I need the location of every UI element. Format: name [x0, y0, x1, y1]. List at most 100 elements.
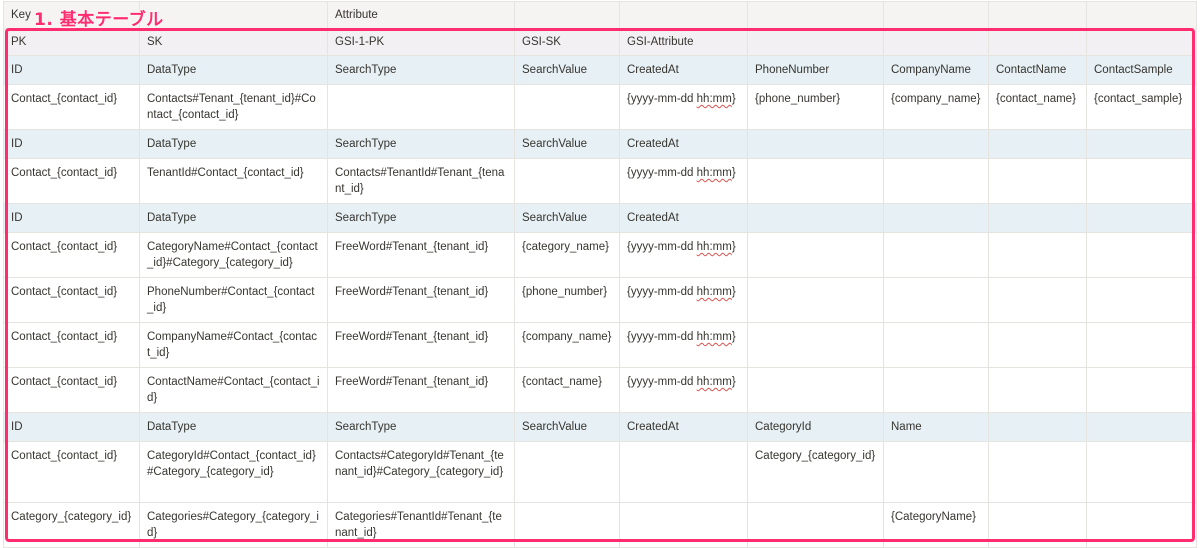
table-cell[interactable]: [139, 1, 328, 29]
table-cell[interactable]: FreeWord#Tenant_{tenant_id}: [327, 232, 515, 278]
table-cell[interactable]: [514, 1, 620, 29]
table-cell[interactable]: DataType: [139, 55, 328, 85]
table-cell[interactable]: Contact_{contact_id}: [3, 441, 140, 503]
table-cell[interactable]: PhoneNumber#Contact_{contact_id}: [139, 277, 328, 323]
table-cell[interactable]: SearchType: [327, 412, 515, 442]
table-cell[interactable]: [1086, 441, 1197, 503]
table-cell[interactable]: FreeWord#Tenant_{tenant_id}: [327, 322, 515, 368]
table-cell[interactable]: {contact_name}: [514, 367, 620, 413]
table-cell[interactable]: [1086, 502, 1197, 548]
table-cell[interactable]: CreatedAt: [619, 55, 748, 85]
table-cell[interactable]: SearchValue: [514, 412, 620, 442]
table-cell[interactable]: ID: [3, 203, 140, 233]
table-cell[interactable]: [747, 322, 884, 368]
table-cell[interactable]: [1086, 203, 1197, 233]
table-cell[interactable]: [514, 502, 620, 548]
table-cell[interactable]: [1086, 232, 1197, 278]
table-cell[interactable]: CreatedAt: [619, 129, 748, 159]
table-cell[interactable]: [747, 158, 884, 204]
table-cell[interactable]: [619, 1, 748, 29]
table-cell[interactable]: ContactSample: [1086, 55, 1197, 85]
table-cell[interactable]: [883, 28, 989, 56]
table-cell[interactable]: [747, 502, 884, 548]
table-cell[interactable]: [619, 441, 748, 503]
table-cell[interactable]: [747, 1, 884, 29]
table-cell[interactable]: Contact_{contact_id}: [3, 367, 140, 413]
table-cell[interactable]: Contact_{contact_id}: [3, 84, 140, 130]
table-cell[interactable]: Contact_{contact_id}: [3, 322, 140, 368]
table-cell[interactable]: TenantId#Contact_{contact_id}: [139, 158, 328, 204]
table-cell[interactable]: CreatedAt: [619, 412, 748, 442]
table-cell[interactable]: {company_name}: [514, 322, 620, 368]
table-cell[interactable]: GSI-SK: [514, 28, 620, 56]
table-cell[interactable]: Name: [883, 412, 989, 442]
table-cell[interactable]: [988, 1, 1087, 29]
table-cell[interactable]: SearchType: [327, 55, 515, 85]
table-cell[interactable]: PK: [3, 28, 140, 56]
table-cell[interactable]: Contact_{contact_id}: [3, 158, 140, 204]
table-cell[interactable]: Categories#Category_{category_id}: [139, 502, 328, 548]
table-cell[interactable]: Attribute: [327, 1, 515, 29]
table-cell[interactable]: GSI-1-PK: [327, 28, 515, 56]
table-cell[interactable]: CompanyName#Contact_{contact_id}: [139, 322, 328, 368]
table-cell[interactable]: {contact_name}: [988, 84, 1087, 130]
table-cell[interactable]: Category_{category_id}: [3, 502, 140, 548]
table-cell[interactable]: [747, 203, 884, 233]
table-cell[interactable]: ID: [3, 129, 140, 159]
table-cell[interactable]: [883, 277, 989, 323]
table-cell[interactable]: [1086, 129, 1197, 159]
table-cell[interactable]: [988, 277, 1087, 323]
table-cell[interactable]: [619, 502, 748, 548]
table-cell[interactable]: [988, 367, 1087, 413]
table-cell[interactable]: [883, 1, 989, 29]
table-cell[interactable]: {company_name}: [883, 84, 989, 130]
table-cell[interactable]: ID: [3, 55, 140, 85]
table-cell[interactable]: [883, 367, 989, 413]
table-cell[interactable]: SearchValue: [514, 55, 620, 85]
table-cell[interactable]: {yyyy-mm-dd hh:mm}: [619, 158, 748, 204]
table-cell[interactable]: CategoryName#Contact_{contact_id}#Catego…: [139, 232, 328, 278]
table-cell[interactable]: [988, 441, 1087, 503]
table-cell[interactable]: [514, 158, 620, 204]
table-cell[interactable]: {category_name}: [514, 232, 620, 278]
table-cell[interactable]: [1086, 322, 1197, 368]
table-cell[interactable]: Contacts#CategoryId#Tenant_{tenant_id}#C…: [327, 441, 515, 503]
table-cell[interactable]: DataType: [139, 203, 328, 233]
table-cell[interactable]: SearchValue: [514, 203, 620, 233]
table-cell[interactable]: {yyyy-mm-dd hh:mm}: [619, 367, 748, 413]
table-cell[interactable]: GSI-Attribute: [619, 28, 748, 56]
table-cell[interactable]: [1086, 158, 1197, 204]
table-cell[interactable]: [988, 203, 1087, 233]
table-cell[interactable]: Contacts#Tenant_{tenant_id}#Contact_{con…: [139, 84, 328, 130]
table-cell[interactable]: {yyyy-mm-dd hh:mm}: [619, 84, 748, 130]
table-cell[interactable]: {yyyy-mm-dd hh:mm}: [619, 232, 748, 278]
table-cell[interactable]: [1086, 1, 1197, 29]
table-cell[interactable]: SearchType: [327, 203, 515, 233]
table-cell[interactable]: [747, 28, 884, 56]
table-cell[interactable]: [747, 277, 884, 323]
table-cell[interactable]: SearchType: [327, 129, 515, 159]
table-cell[interactable]: [883, 441, 989, 503]
table-cell[interactable]: Categories#TenantId#Tenant_{tenant_id}: [327, 502, 515, 548]
table-cell[interactable]: [883, 158, 989, 204]
table-cell[interactable]: {yyyy-mm-dd hh:mm}: [619, 277, 748, 323]
table-cell[interactable]: [747, 129, 884, 159]
table-cell[interactable]: [988, 322, 1087, 368]
table-cell[interactable]: [988, 502, 1087, 548]
table-cell[interactable]: [327, 84, 515, 130]
table-cell[interactable]: {phone_number}: [514, 277, 620, 323]
table-cell[interactable]: Contact_{contact_id}: [3, 277, 140, 323]
table-cell[interactable]: [883, 203, 989, 233]
table-cell[interactable]: {contact_sample}: [1086, 84, 1197, 130]
table-cell[interactable]: Contact_{contact_id}: [3, 232, 140, 278]
table-cell[interactable]: {phone_number}: [747, 84, 884, 130]
table-cell[interactable]: ContactName: [988, 55, 1087, 85]
table-cell[interactable]: [514, 84, 620, 130]
table-cell[interactable]: Contacts#TenantId#Tenant_{tenant_id}: [327, 158, 515, 204]
table-cell[interactable]: [883, 232, 989, 278]
table-cell[interactable]: [514, 441, 620, 503]
table-cell[interactable]: {CategoryName}: [883, 502, 989, 548]
table-cell[interactable]: [988, 232, 1087, 278]
table-cell[interactable]: CategoryId#Contact_{contact_id}#Category…: [139, 441, 328, 503]
table-cell[interactable]: CompanyName: [883, 55, 989, 85]
